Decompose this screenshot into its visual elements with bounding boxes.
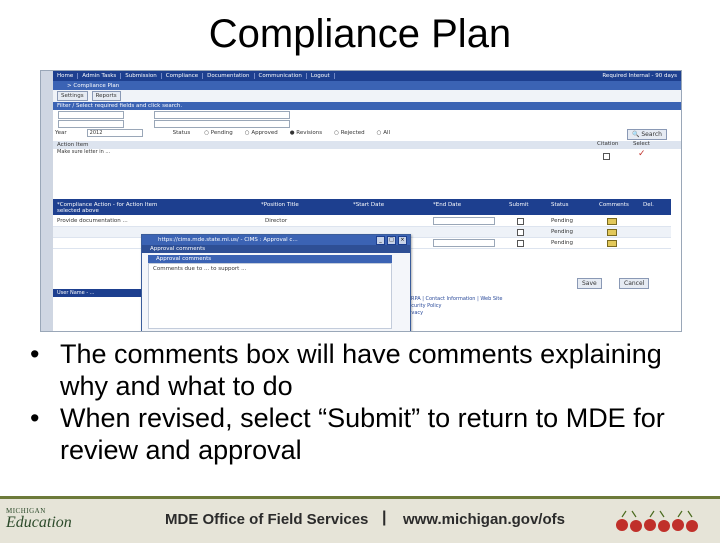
status-cell: Pending (551, 218, 573, 224)
compliance-table-header: *Compliance Action - for Action Item sel… (53, 199, 671, 215)
bullet-dot: • (30, 339, 40, 369)
approval-comments-text[interactable]: Comments due to ... to support ... (148, 263, 392, 329)
bullet-dot: • (30, 403, 40, 433)
footer-url: www.michigan.gov/ofs (403, 511, 565, 528)
status-radio-all[interactable]: ○ All (377, 130, 390, 136)
position-cell[interactable]: Director (265, 218, 287, 224)
breadcrumb: > Compliance Plan (53, 81, 681, 90)
end-date-field[interactable] (433, 217, 495, 225)
top-nav: Home Admin Tasks Submission Compliance D… (53, 71, 681, 81)
col-header-comments: Comments (599, 202, 629, 208)
app-screenshot: Home Admin Tasks Submission Compliance D… (40, 70, 682, 332)
nav-tab-compliance[interactable]: Compliance (162, 73, 204, 79)
status-cell: Pending (551, 240, 573, 246)
search-button[interactable]: 🔍 Search (626, 129, 667, 140)
status-option-label: Approved (251, 130, 278, 136)
end-date-field[interactable] (433, 239, 495, 247)
footer-link[interactable]: FERPA | Contact Information | Web Site (405, 296, 502, 303)
nav-tab-admin-tasks[interactable]: Admin Tasks (78, 73, 122, 79)
footer-separator: | (382, 509, 387, 526)
status-option-label: Revisions (296, 130, 323, 136)
search-button-label: Search (641, 131, 662, 138)
nav-status-text: Required Internal - 90 days (602, 73, 677, 79)
bullet-list: • The comments box will have comments ex… (30, 338, 710, 466)
logo-line-2: Education (6, 514, 72, 531)
approval-comments-popup: https://cims.mde.state.mi.us/ - CIMS : A… (141, 234, 411, 331)
filter-header: Filter / Select required fields and clic… (53, 102, 681, 110)
settings-button[interactable]: Settings (57, 91, 88, 101)
submit-checkbox[interactable] (517, 229, 524, 236)
slide-footer: MICHIGAN Education MDE Office of Field S… (0, 496, 720, 543)
status-radio-revisions[interactable]: ● Revisions (290, 130, 322, 136)
submit-checkbox[interactable] (517, 218, 524, 225)
action-item-row[interactable]: Make sure letter in ... (53, 149, 591, 163)
select-col-header: Select (633, 141, 650, 147)
comment-icon[interactable] (607, 240, 617, 247)
action-cell[interactable]: Provide documentation ... (57, 218, 128, 224)
footer-link[interactable]: Privacy (405, 310, 502, 317)
status-radio-pending[interactable]: ○ Pending (204, 130, 233, 136)
comment-icon[interactable] (607, 218, 617, 225)
cancel-button[interactable]: Cancel (619, 278, 650, 289)
table-row[interactable]: Provide documentation ... Director Pendi… (53, 216, 671, 227)
nav-tab-submission[interactable]: Submission (121, 73, 162, 79)
footer-link[interactable]: Security Policy (405, 303, 502, 310)
status-option-label: All (383, 130, 391, 136)
status-cell: Pending (551, 229, 573, 235)
approval-comments-label: Approval comments (148, 255, 392, 263)
close-icon[interactable]: × (398, 236, 407, 245)
citation-col-header: Citation (597, 141, 619, 147)
popup-subtitle: Approval comments (142, 245, 410, 253)
nav-tab-communication[interactable]: Communication (255, 73, 307, 79)
citation-checkbox[interactable] (603, 153, 610, 160)
comment-icon[interactable] (607, 229, 617, 236)
filter-field-2[interactable] (154, 111, 290, 119)
nav-tab-home[interactable]: Home (53, 73, 79, 79)
col-header-position: *Position Title (261, 202, 299, 208)
minimize-icon[interactable]: _ (376, 236, 385, 245)
col-header-status: Status (551, 202, 569, 208)
nav-tab-logout[interactable]: Logout (307, 73, 335, 79)
status-radio-approved[interactable]: ○ Approved (245, 130, 278, 136)
col-header-submit: Submit (509, 202, 529, 208)
col-header-action: *Compliance Action - for Action Item sel… (57, 202, 158, 214)
filter-row-3: Year 2012 Status ○ Pending ○ Approved ● … (55, 129, 390, 137)
bullet-text: The comments box will have comments expl… (60, 339, 662, 401)
popup-title-bar: https://cims.mde.state.mi.us/ - CIMS : A… (142, 235, 410, 245)
year-label: Year (55, 130, 67, 136)
status-radio-rejected[interactable]: ○ Rejected (334, 130, 365, 136)
filter-field-1[interactable] (58, 111, 124, 119)
checkmark-icon[interactable]: ✓ (638, 149, 646, 159)
bullet-text: When revised, select “Submit” to return … (60, 403, 665, 465)
reports-button[interactable]: Reports (91, 91, 121, 101)
status-option-label: Rejected (340, 130, 365, 136)
breadcrumb-label: > Compliance Plan (67, 82, 120, 89)
filter-field-3[interactable] (58, 120, 124, 128)
bullet-item: • The comments box will have comments ex… (30, 338, 710, 402)
action-item-header: Action Item (53, 141, 681, 149)
year-field[interactable]: 2012 (86, 129, 143, 137)
slide-title: Compliance Plan (208, 12, 512, 56)
michigan-education-logo: MICHIGAN Education (6, 507, 76, 532)
col-header-start: *Start Date (353, 202, 385, 208)
bullet-item: • When revised, select “Submit” to retur… (30, 402, 710, 466)
col-header-end: *End Date (433, 202, 462, 208)
save-button[interactable]: Save (577, 278, 602, 289)
filter-row-2 (55, 120, 290, 128)
col-header-del: Del. (643, 202, 654, 208)
filter-row-1 (55, 111, 290, 119)
nav-tab-documentation[interactable]: Documentation (203, 73, 255, 79)
submit-checkbox[interactable] (517, 240, 524, 247)
filter-field-4[interactable] (154, 120, 290, 128)
footer-links: FERPA | Contact Information | Web Site S… (405, 296, 502, 317)
toolbar: Settings Reports (53, 90, 681, 102)
left-strip (41, 71, 53, 331)
status-option-label: Pending (210, 130, 233, 136)
maximize-icon[interactable]: □ (387, 236, 396, 245)
cherries-icon (616, 510, 698, 532)
status-label: Status (172, 130, 191, 136)
office-name: MDE Office of Field Services (165, 511, 369, 528)
popup-title: https://cims.mde.state.mi.us/ - CIMS : A… (158, 237, 298, 243)
